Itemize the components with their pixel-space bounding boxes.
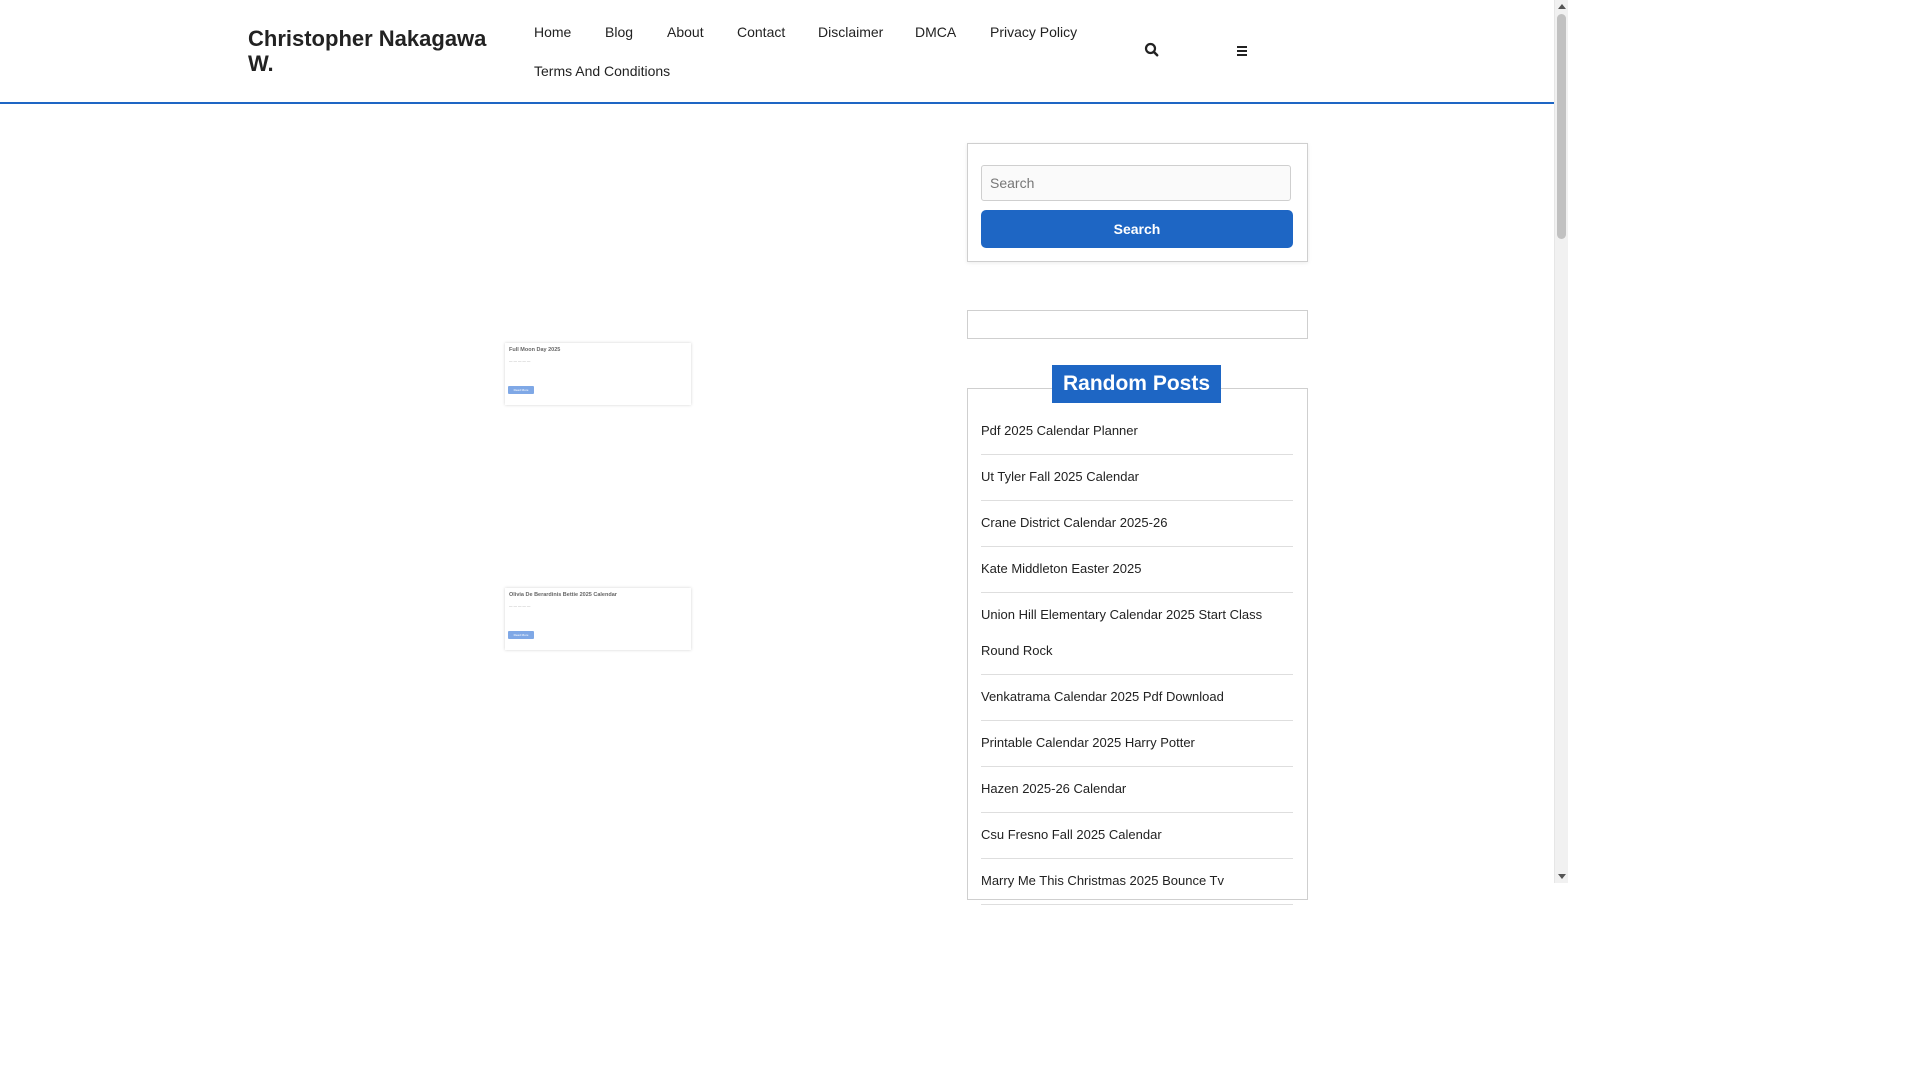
nav-home[interactable]: Home [534,24,571,40]
random-post-link[interactable]: Venkatrama Calendar 2025 Pdf Download [981,689,1224,704]
nav-about[interactable]: About [667,24,704,40]
post-title[interactable]: Olivia De Berardinis Bettie 2025 Calenda… [509,592,617,598]
scroll-down-arrow-icon[interactable] [1558,874,1566,879]
nav-disclaimer[interactable]: Disclaimer [818,24,883,40]
list-item: Marry Me This Christmas 2025 Bounce Tv [981,859,1293,905]
random-post-link[interactable]: Kate Middleton Easter 2025 [981,561,1141,576]
search-icon[interactable] [1143,41,1163,61]
nav-dmca[interactable]: DMCA [915,24,956,40]
list-item: Pdf 2025 Calendar Planner [981,409,1293,455]
read-more-button[interactable]: Read More [508,386,534,394]
random-post-link[interactable]: Printable Calendar 2025 Harry Potter [981,735,1195,750]
list-item: Hazen 2025-26 Calendar [981,767,1293,813]
random-post-link[interactable]: Hazen 2025-26 Calendar [981,781,1126,796]
scrollbar-thumb[interactable] [1557,14,1566,239]
site-header: Christopher Nakagawa W. Home Blog About … [0,0,1555,104]
random-post-link[interactable]: Ut Tyler Fall 2025 Calendar [981,469,1139,484]
search-input[interactable] [981,165,1291,201]
post-card[interactable]: Full Moon Day 2025 — — — — — Read More [505,343,691,405]
post-title[interactable]: Full Moon Day 2025 [509,347,560,353]
list-item: Kate Middleton Easter 2025 [981,547,1293,593]
list-item: Venkatrama Calendar 2025 Pdf Download [981,675,1293,721]
random-post-link[interactable]: Pdf 2025 Calendar Planner [981,423,1138,438]
random-posts-heading: Random Posts [1052,365,1221,403]
list-item: Csu Fresno Fall 2025 Calendar [981,813,1293,859]
nav-contact[interactable]: Contact [737,24,785,40]
empty-widget [967,310,1308,339]
random-post-link[interactable]: Marry Me This Christmas 2025 Bounce Tv [981,873,1224,888]
random-posts-widget: Random Posts Pdf 2025 Calendar Planner U… [967,365,1308,905]
post-card[interactable]: Olivia De Berardinis Bettie 2025 Calenda… [505,588,691,650]
menu-icon[interactable] [1233,42,1253,62]
nav-privacy-policy[interactable]: Privacy Policy [990,24,1077,40]
random-posts-list: Pdf 2025 Calendar Planner Ut Tyler Fall … [981,409,1293,905]
list-item: Crane District Calendar 2025-26 [981,501,1293,547]
site-title[interactable]: Christopher Nakagawa W. [248,26,488,76]
nav-blog[interactable]: Blog [605,24,633,40]
list-item: Union Hill Elementary Calendar 2025 Star… [981,593,1293,675]
search-widget: Search [967,143,1308,262]
search-button[interactable]: Search [981,210,1293,248]
random-post-link[interactable]: Union Hill Elementary Calendar 2025 Star… [981,607,1262,658]
list-item: Printable Calendar 2025 Harry Potter [981,721,1293,767]
read-more-button[interactable]: Read More [508,631,534,639]
post-meta: — — — — — [509,359,531,363]
list-item: Ut Tyler Fall 2025 Calendar [981,455,1293,501]
scrollbar[interactable] [1554,0,1568,883]
nav-terms-and-conditions[interactable]: Terms And Conditions [534,63,670,79]
post-meta: — — — — — [509,604,531,608]
random-post-link[interactable]: Crane District Calendar 2025-26 [981,515,1167,530]
scroll-up-arrow-icon[interactable] [1558,4,1566,9]
random-post-link[interactable]: Csu Fresno Fall 2025 Calendar [981,827,1162,842]
